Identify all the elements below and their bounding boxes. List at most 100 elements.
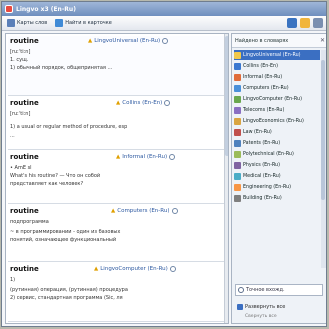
dictionary-card[interactable]: routine ▲ LingvoUniversal (En-Ru) [ruːˈti… [8, 36, 224, 96]
find-in-card-button[interactable]: Найти в карточке [53, 18, 114, 29]
expand-icon[interactable] [162, 38, 169, 44]
dictionary-list-item[interactable]: Polytechnical (En-Ru) [234, 149, 320, 159]
dictionary-card[interactable]: routine ▲ LingvoComputer (En-Ru) 1) (рути… [8, 264, 224, 322]
expand-icon[interactable] [164, 100, 171, 106]
settings-icon[interactable] [313, 18, 323, 28]
card-headword: routine [10, 37, 39, 45]
dictionary-icon [234, 128, 241, 136]
card-dictionary: ▲ Informal (En-Ru) [116, 154, 176, 160]
collapse-all-label: Свернуть все [245, 314, 277, 319]
exact-match-field[interactable]: Точное вхожд. [235, 284, 323, 296]
dictionary-icon [234, 62, 241, 70]
card-dictionary: ▲ LingvoComputer (En-Ru) [94, 266, 176, 272]
dictionary-list-item[interactable]: LingvoComputer (En-Ru) [234, 94, 320, 104]
collapse-all-button[interactable]: Свернуть все [235, 314, 323, 323]
expand-all-label: Развернуть все [245, 304, 286, 310]
scroll-thumb[interactable] [225, 36, 228, 156]
dictionary-icon [234, 139, 241, 147]
dictionary-list-item[interactable]: Patents (En-Ru) [234, 138, 320, 148]
vertical-scrollbar[interactable] [224, 34, 228, 323]
dictionary-icon [234, 106, 241, 114]
card-line: 1) обычный порядок, общепринятая ... [10, 65, 113, 71]
dictionary-icon [234, 172, 241, 180]
dictionary-list-item[interactable]: Informal (En-Ru) [234, 72, 320, 82]
dictionary-list-item[interactable]: LingvoEconomics (En-Ru) [234, 116, 320, 126]
dictionary-icon [234, 194, 241, 202]
dictionary-name: Collins (En-En) [243, 63, 278, 69]
search-icon [238, 287, 244, 293]
dict-name: Collins (En-En) [122, 100, 163, 106]
main-window: Lingvo x3 (En-Ru) Карты слов Найти в кар… [1, 1, 327, 327]
dictionary-list-item[interactable]: Telecoms (En-Ru) [234, 105, 320, 115]
expand-icon[interactable] [169, 154, 176, 160]
card-line: [ruːˈtiːn] [10, 49, 31, 55]
card-headword: routine [10, 99, 39, 107]
dict-name: LingvoComputer (En-Ru) [100, 266, 168, 272]
panel-title: Найдено в словарях [235, 37, 289, 44]
panel-scroll-thumb[interactable] [321, 60, 325, 200]
app-icon [5, 5, 13, 13]
expand-icon[interactable] [169, 266, 176, 272]
panel-header: Найдено в словарях ✕ [232, 34, 326, 48]
dictionary-icon [234, 161, 241, 169]
window-title: Lingvo x3 (En-Ru) [16, 5, 76, 13]
dictionary-card[interactable]: routine ▲ Collins (En-En) [ruːˈtiːn] 1) a… [8, 98, 224, 150]
card-line: • AmE sl [10, 165, 32, 171]
dictionary-list-item[interactable]: Physics (En-Ru) [234, 160, 320, 170]
dictionary-list-item[interactable]: Collins (En-En) [234, 61, 320, 71]
dictionary-name: Polytechnical (En-Ru) [243, 151, 294, 157]
dictionary-name: Patents (En-Ru) [243, 140, 281, 146]
card-dictionary: ▲ LingvoUniversal (En-Ru) [88, 38, 169, 44]
dictionary-name: LingvoEconomics (En-Ru) [243, 118, 304, 124]
folder-icon[interactable] [300, 18, 310, 28]
dictionary-name: Physics (En-Ru) [243, 162, 280, 168]
card-line: понятий, означающее функциональный [10, 237, 117, 243]
dictionary-list-item[interactable]: Engineering (En-Ru) [234, 182, 320, 192]
dict-name: Computers (En-Ru) [117, 208, 170, 214]
dictionary-list: LingvoUniversal (En-Ru) Collins (En-En) … [234, 50, 320, 268]
dictionary-name: Telecoms (En-Ru) [243, 107, 285, 113]
card-line: What's his routine? — Что он собой [10, 173, 101, 179]
dictionary-list-item[interactable]: Medical (En-Ru) [234, 171, 320, 181]
dictionary-name: Law (En-Ru) [243, 129, 272, 135]
find-in-card-label: Найти в карточке [65, 20, 112, 26]
dictionary-name: Computers (En-Ru) [243, 85, 289, 91]
dictionary-name: LingvoUniversal (En-Ru) [243, 52, 301, 58]
panel-scrollbar[interactable] [321, 50, 326, 268]
word-cards-button[interactable]: Карты слов [5, 18, 49, 29]
dictionary-icon [234, 150, 241, 158]
find-icon [55, 19, 64, 27]
card-line: ... [10, 133, 15, 139]
dictionary-name: Engineering (En-Ru) [243, 184, 292, 190]
close-icon[interactable]: ✕ [320, 37, 325, 44]
card-line: представляет как человек? [10, 181, 84, 187]
card-line: ~ в программировании - один из базовых [10, 229, 121, 235]
dictionary-list-item[interactable]: Computers (En-Ru) [234, 83, 320, 93]
dictionary-card[interactable]: routine ▲ Computers (En-Ru) подпрограмма … [8, 206, 224, 262]
expand-icon[interactable] [171, 208, 178, 214]
dictionary-list-item[interactable]: Law (En-Ru) [234, 127, 320, 137]
card-line: 1. сущ. [10, 57, 29, 63]
dictionary-name: Building (En-Ru) [243, 195, 282, 201]
card-headword: routine [10, 153, 39, 161]
dictionary-list-item[interactable]: Building (En-Ru) [234, 193, 320, 203]
dict-name: LingvoUniversal (En-Ru) [94, 38, 161, 44]
card-headword: routine [10, 207, 39, 215]
dictionary-card[interactable]: routine ▲ Informal (En-Ru) • AmE sl What'… [8, 152, 224, 204]
dictionary-list-item[interactable]: LingvoUniversal (En-Ru) [234, 50, 320, 60]
dictionary-icon [234, 183, 241, 191]
view-mode-icon[interactable] [287, 18, 297, 28]
dictionary-name: Informal (En-Ru) [243, 74, 283, 80]
card-dictionary: ▲ Computers (En-Ru) [111, 208, 178, 214]
dictionary-name: Medical (En-Ru) [243, 173, 281, 179]
card-dictionary: ▲ Collins (En-En) [116, 100, 171, 106]
exact-match-label: Точное вхожд. [246, 287, 285, 293]
translations-pane: routine ▲ LingvoUniversal (En-Ru) [ruːˈti… [5, 33, 229, 324]
card-line: (рутинная) операция, (рутинная) процедур… [10, 287, 128, 293]
dictionaries-panel: Найдено в словарях ✕ LingvoUniversal (En… [231, 33, 326, 324]
dictionary-name: LingvoComputer (En-Ru) [243, 96, 302, 102]
toolbar: Карты слов Найти в карточке [2, 16, 326, 31]
card-line: подпрограмма [10, 219, 49, 225]
expand-all-button[interactable]: Развернуть все [235, 301, 323, 313]
card-line: [ruːˈtiːn] [10, 111, 31, 117]
